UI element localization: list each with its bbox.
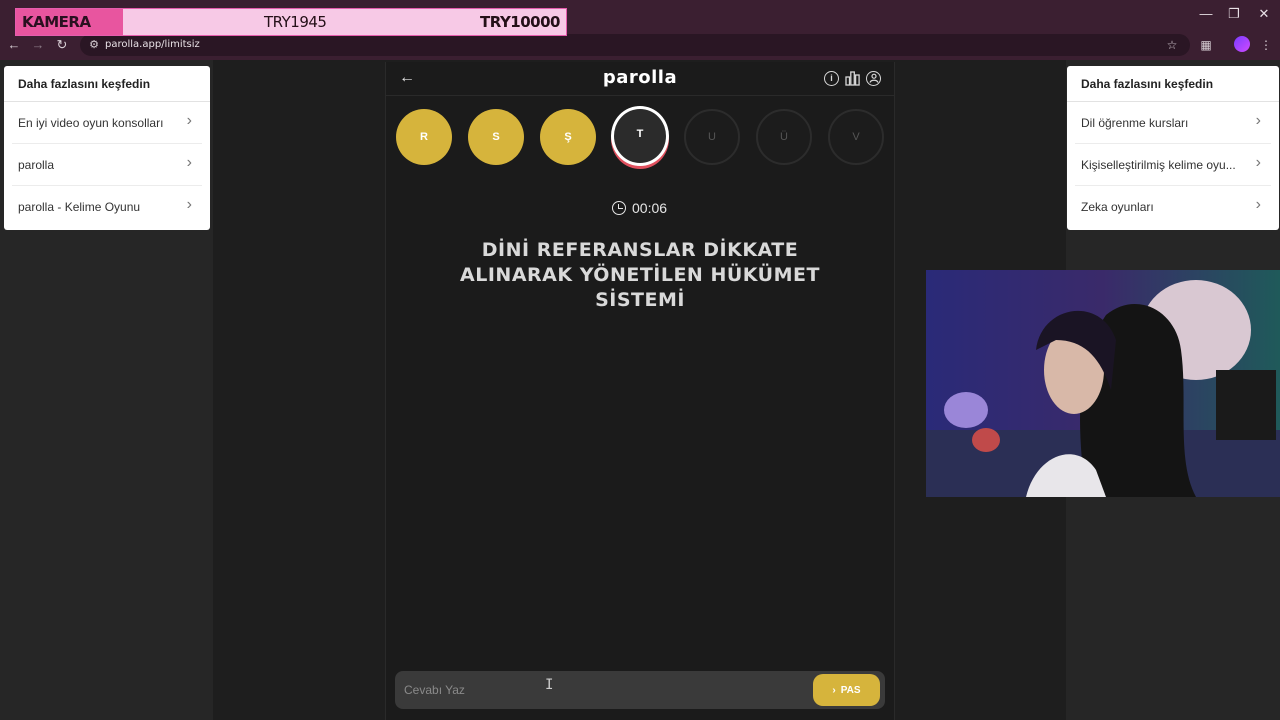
webcam-feed (926, 270, 1280, 497)
chevron-right-icon: › (1255, 196, 1261, 213)
letter-circle-r: R (396, 109, 452, 165)
question-text: DİNİ REFERANSLAR DİKKATE ALINARAK YÖNETİ… (460, 239, 820, 311)
site-settings-icon[interactable]: ⚙ (86, 37, 102, 53)
timer: 00:06 (612, 199, 667, 217)
back-icon[interactable]: ← (6, 37, 22, 53)
user-profile-icon[interactable] (866, 71, 881, 86)
discover-item-parolla-word-game[interactable]: parolla - Kelime Oyunu › (4, 186, 210, 228)
discover-item-label: Zeka oyunları (1081, 200, 1154, 214)
discover-item-label: En iyi video oyun konsolları (18, 116, 164, 130)
discover-item-consoles[interactable]: En iyi video oyun konsolları › (4, 102, 210, 144)
donation-goal-overlay: KAMERA TRY1945 TRY10000 (15, 8, 567, 36)
letter-circle-s: S (468, 109, 524, 165)
right-discover-panel: Daha fazlasını keşfedin Dil öğrenme kurs… (1067, 66, 1279, 230)
chevron-right-icon: › (186, 196, 192, 213)
chevron-right-icon: › (1255, 112, 1261, 129)
discover-item-label: parolla (18, 158, 55, 172)
answer-input[interactable] (404, 680, 804, 700)
discover-item-parolla[interactable]: parolla › (4, 144, 210, 186)
address-bar[interactable] (80, 34, 1190, 56)
letter-circle-u-umlaut: Ü (756, 109, 812, 165)
chevron-right-icon: › (186, 154, 192, 171)
timer-value: 00:06 (632, 200, 668, 216)
clock-icon (612, 201, 626, 215)
discover-item-language-courses[interactable]: Dil öğrenme kursları › (1067, 102, 1279, 144)
brand-logo: parolla (602, 67, 678, 88)
menu-kebab-icon[interactable]: ⋮ (1258, 37, 1274, 53)
chevron-right-icon: › (186, 112, 192, 129)
letter-circle-s-cedilla: Ş (540, 109, 596, 165)
chevron-right-icon: › (1255, 154, 1261, 171)
panel-title: Daha fazlasını keşfedin (18, 77, 151, 91)
panel-title: Daha fazlasını keşfedin (1081, 77, 1214, 91)
discover-item-label: Dil öğrenme kursları (1081, 116, 1189, 130)
close-icon[interactable]: ✕ (1254, 6, 1274, 22)
info-icon[interactable]: i (824, 71, 839, 86)
overlay-goal-amount: TRY10000 (479, 13, 561, 31)
stats-icon[interactable] (845, 71, 860, 86)
back-arrow-icon[interactable]: ← (398, 69, 416, 87)
overlay-current-amount: TRY1945 (264, 13, 327, 31)
text-cursor-icon: I (545, 677, 554, 693)
restore-icon[interactable]: ❐ (1224, 6, 1244, 22)
bookmark-star-icon[interactable]: ☆ (1164, 37, 1180, 53)
profile-avatar[interactable] (1234, 36, 1250, 52)
divider (385, 95, 895, 96)
minimize-icon[interactable]: — (1196, 6, 1216, 22)
discover-item-personalized-word-games[interactable]: Kişiselleştirilmiş kelime oyu... › (1067, 144, 1279, 186)
letter-circle-v: V (828, 109, 884, 165)
letter-circle-u: U (684, 109, 740, 165)
extensions-icon[interactable]: ▦ (1198, 37, 1214, 53)
forward-icon[interactable]: → (30, 37, 46, 53)
overlay-label: KAMERA (16, 9, 123, 35)
discover-item-label: Kişiselleştirilmiş kelime oyu... (1081, 158, 1236, 172)
chevron-right-icon: › (832, 684, 836, 696)
url-text[interactable]: parolla.app/limitsiz (105, 39, 200, 50)
letter-circle-t-active: T (611, 106, 669, 166)
pass-label: PAS (840, 684, 861, 696)
pass-button[interactable]: › PAS (813, 674, 880, 706)
reload-icon[interactable]: ↻ (54, 37, 70, 53)
left-discover-panel: Daha fazlasını keşfedin En iyi video oyu… (4, 66, 210, 230)
discover-item-label: parolla - Kelime Oyunu (18, 200, 141, 214)
discover-item-brain-games[interactable]: Zeka oyunları › (1067, 186, 1279, 228)
